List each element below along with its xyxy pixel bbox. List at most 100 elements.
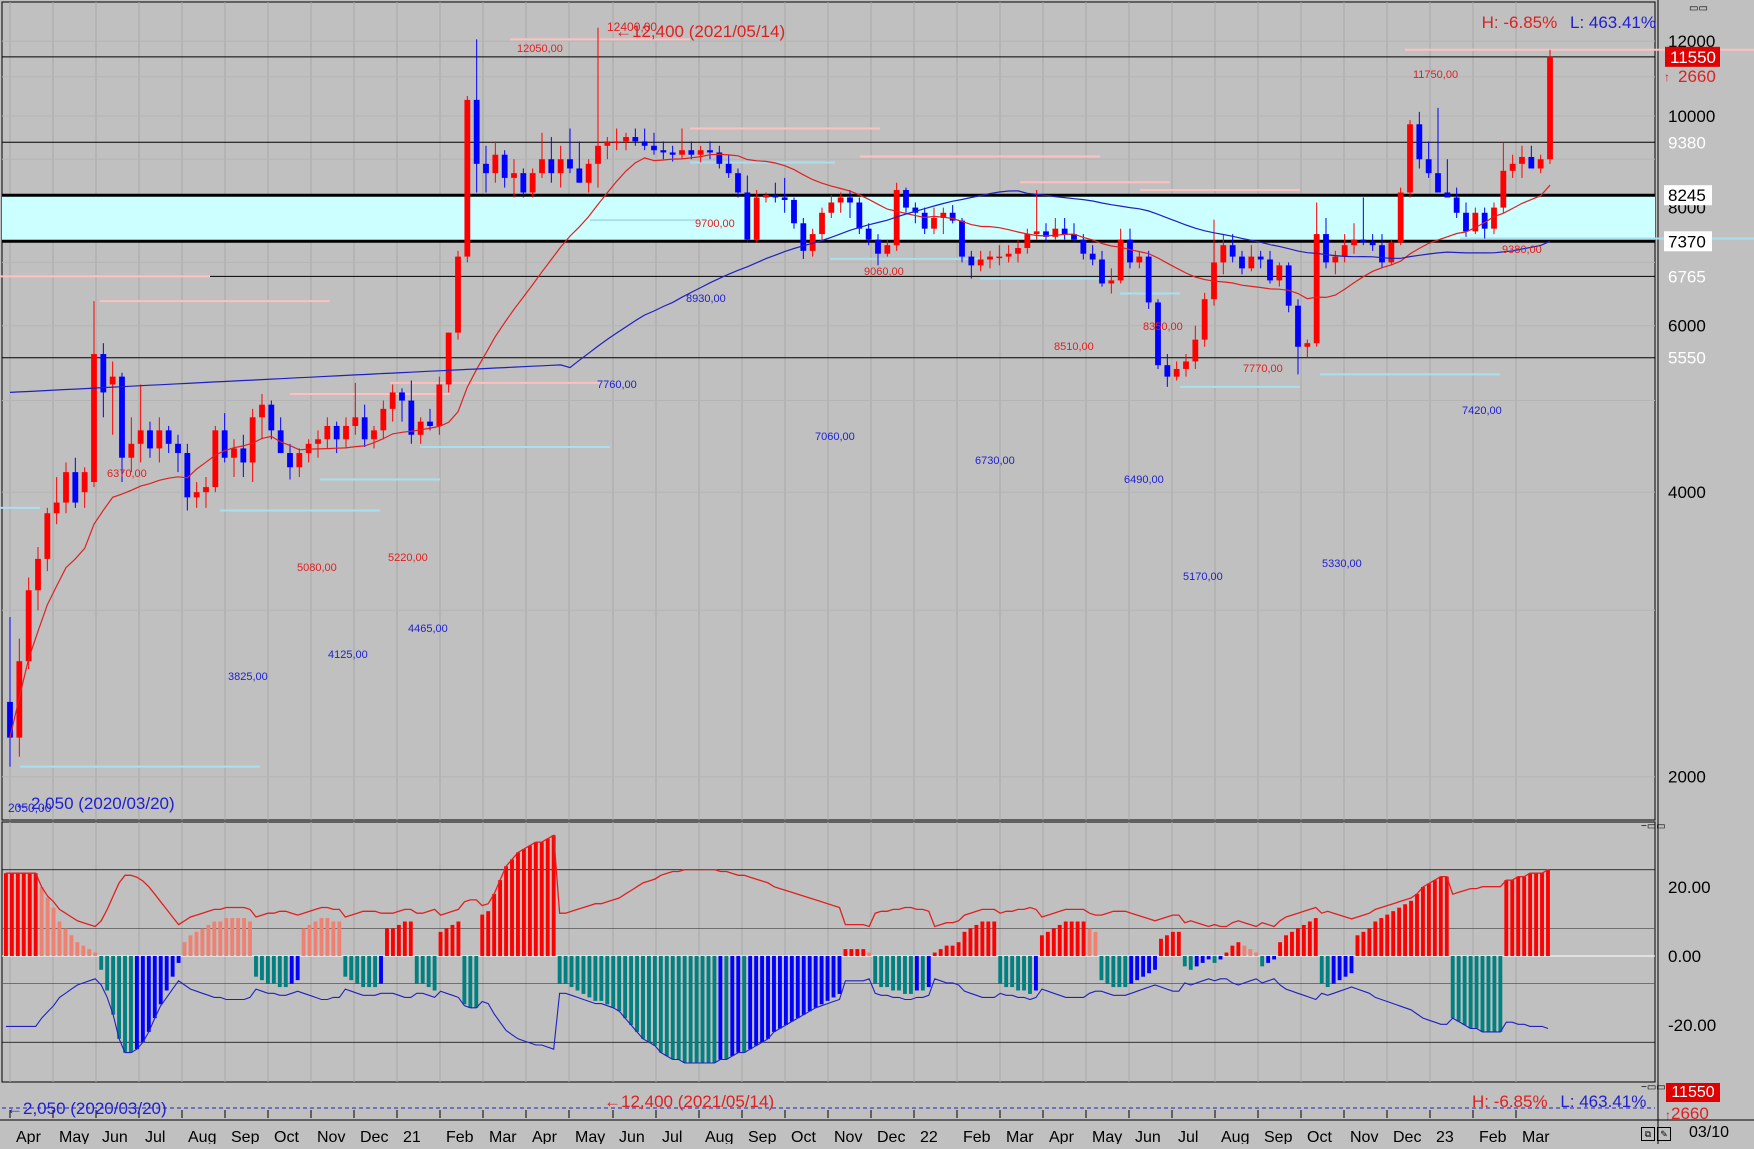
macd-histogram-bar	[736, 956, 741, 1053]
candle-body	[1220, 245, 1227, 263]
candle-body	[296, 453, 303, 468]
price-annotation: 5330,00	[1322, 558, 1362, 570]
pane2-controls[interactable]: −▭▭	[1641, 821, 1666, 832]
macd-histogram-bar	[146, 956, 151, 1032]
trough-note-text: 2,050 (2020/03/20)	[31, 794, 175, 813]
candle-body	[417, 421, 424, 435]
price-annotation: 8930,00	[686, 293, 726, 305]
candle-body	[53, 502, 60, 514]
price-annotation: 9380,00	[1502, 244, 1542, 256]
candle-body	[455, 256, 461, 333]
candle-body	[445, 332, 452, 385]
candle-body	[1267, 259, 1273, 281]
pane1-controls[interactable]: ▭▭	[1689, 3, 1708, 14]
x-axis-label: 22	[920, 1129, 938, 1144]
macd-histogram-bar	[51, 907, 56, 956]
candle-body	[595, 145, 601, 164]
macd-histogram-bar	[1397, 907, 1402, 956]
macd-histogram-bar	[819, 956, 824, 1005]
macd-histogram-bar	[724, 956, 729, 1060]
x-axis-label: Feb	[1479, 1129, 1507, 1144]
macd-histogram-bar	[140, 956, 145, 1043]
macd-histogram-bar	[1373, 921, 1378, 956]
macd-histogram-bar	[134, 956, 139, 1050]
macd-histogram-bar	[986, 921, 991, 956]
candle-body	[1537, 159, 1544, 169]
macd-histogram-bar	[1319, 956, 1324, 984]
candle-body	[623, 137, 629, 142]
x-axis-label: Jun	[619, 1129, 645, 1144]
candle-body	[1229, 245, 1236, 257]
x-axis-label: Feb	[963, 1129, 991, 1144]
candle-body	[1033, 231, 1040, 235]
candle-body	[669, 152, 676, 155]
macd-histogram-bar	[569, 956, 574, 988]
macd-histogram-bar	[27, 873, 32, 956]
date-box[interactable]: 03/10	[1673, 1124, 1745, 1143]
macd-histogram-bar	[1236, 942, 1241, 956]
candle-body	[651, 145, 657, 151]
macd-histogram-bar	[1123, 956, 1128, 988]
macd-histogram-bar	[599, 956, 604, 1001]
macd-histogram-bar	[1242, 945, 1247, 956]
candle-body	[1528, 156, 1535, 169]
price-annotation: 11750,00	[1413, 69, 1458, 81]
macd-histogram-bar	[1325, 956, 1330, 988]
macd-histogram-bar	[1385, 914, 1390, 956]
macd-histogram-bar	[1176, 931, 1181, 956]
candle-body	[707, 150, 713, 153]
candle-body	[501, 154, 508, 178]
price-tick-label: 10000	[1668, 107, 1715, 126]
candle-body	[679, 150, 685, 155]
macd-histogram-bar	[1468, 956, 1473, 1029]
candle-body	[1444, 192, 1451, 198]
level-label: 6765	[1668, 267, 1706, 286]
candle-body	[305, 443, 312, 454]
macd-tick-label: -20.00	[1668, 1016, 1716, 1035]
x-axis-label: Nov	[317, 1129, 345, 1144]
candle-body	[315, 439, 321, 444]
macd-histogram-bar	[343, 956, 348, 977]
macd-histogram-bar	[15, 873, 20, 956]
macd-histogram-bar	[920, 956, 925, 991]
macd-histogram-bar	[1194, 956, 1199, 967]
macd-histogram-bar	[652, 956, 657, 1046]
candle-body	[1136, 256, 1143, 263]
macd-histogram-bar	[87, 949, 92, 956]
price-annotation: 3825,00	[228, 671, 268, 683]
chart-options-icon[interactable]: ⧉	[1641, 1127, 1655, 1141]
macd-histogram-bar	[474, 956, 479, 1008]
macd-histogram-bar	[962, 931, 967, 956]
stock-chart[interactable]: 12050,00 9700,00 9060,00 8510,00 8350,00 7770…	[0, 0, 1754, 1146]
candle-body	[1407, 124, 1413, 193]
macd-histogram-bar	[1105, 956, 1110, 984]
macd-histogram-bar	[188, 935, 193, 956]
macd-histogram-bar	[289, 956, 294, 984]
candle-body	[389, 392, 396, 409]
candle-body	[343, 425, 349, 440]
x-axis-label: May	[575, 1129, 605, 1144]
zoom-icon[interactable]: ✎	[1657, 1127, 1671, 1141]
macd-histogram-bar	[730, 956, 735, 1057]
macd-histogram-bar	[283, 956, 288, 988]
macd-histogram-bar	[676, 956, 681, 1060]
candle-body	[1164, 365, 1171, 377]
candle-body	[959, 220, 965, 257]
macd-histogram-bar	[1022, 956, 1026, 991]
macd-histogram-bar	[825, 956, 830, 1001]
macd-histogram-bar	[658, 956, 663, 1053]
macd-histogram-bar	[420, 956, 425, 984]
macd-histogram-bar	[706, 956, 711, 1063]
macd-histogram-bar	[57, 921, 62, 956]
macd-histogram-bar	[218, 921, 223, 956]
macd-histogram-bar	[81, 945, 86, 956]
x-axis-label: Nov	[834, 1129, 862, 1144]
price-annotation: 8350,00	[1143, 321, 1183, 333]
pane3-controls[interactable]: −▭▭	[1641, 1082, 1666, 1093]
x-axis-label: Feb	[446, 1129, 474, 1144]
macd-histogram-bar	[450, 924, 455, 956]
peak-note-text: 12,400 (2021/05/14)	[632, 22, 786, 41]
macd-histogram-bar	[1367, 928, 1372, 956]
macd-histogram-bar	[885, 956, 890, 988]
candle-body	[1024, 234, 1031, 249]
